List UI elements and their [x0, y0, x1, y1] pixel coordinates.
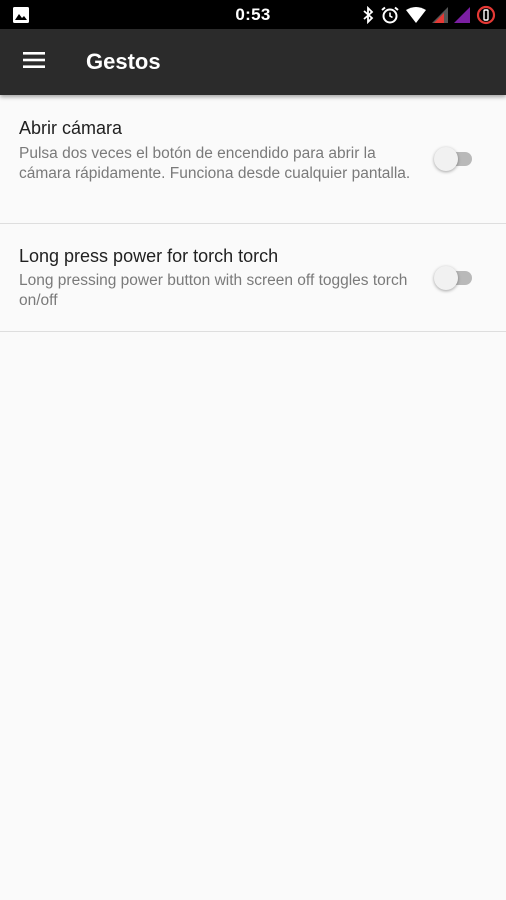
status-bar: 0:53 [0, 0, 506, 29]
preference-title: Abrir cámara [19, 118, 123, 138]
signal-icon [454, 7, 470, 23]
alarm-icon [380, 5, 400, 25]
battery-saver-icon [476, 5, 496, 25]
preference-open-camera[interactable]: Abrir cámara Pulsa dos veces el botón de… [0, 95, 506, 224]
status-icons [362, 5, 496, 25]
bluetooth-icon [362, 6, 374, 24]
hamburger-menu-icon [23, 51, 45, 73]
menu-button[interactable] [14, 42, 54, 82]
preference-summary: Pulsa dos veces el botón de encendido pa… [19, 145, 411, 182]
preferences-list: Abrir cámara Pulsa dos veces el botón de… [0, 95, 506, 332]
preference-torch-long-press[interactable]: Long press power for torch torch Long pr… [0, 224, 506, 332]
torch-toggle[interactable] [434, 266, 474, 290]
signal-icon [432, 7, 448, 23]
toggle-thumb [434, 266, 458, 290]
open-camera-toggle[interactable] [434, 147, 474, 171]
page-title: Gestos [86, 49, 161, 74]
preference-summary: Long pressing power button with screen o… [19, 272, 408, 309]
toggle-thumb [434, 147, 458, 171]
app-bar: Gestos [0, 29, 506, 95]
wifi-icon [406, 7, 426, 23]
preference-title: Long press power for torch torch [19, 246, 279, 266]
